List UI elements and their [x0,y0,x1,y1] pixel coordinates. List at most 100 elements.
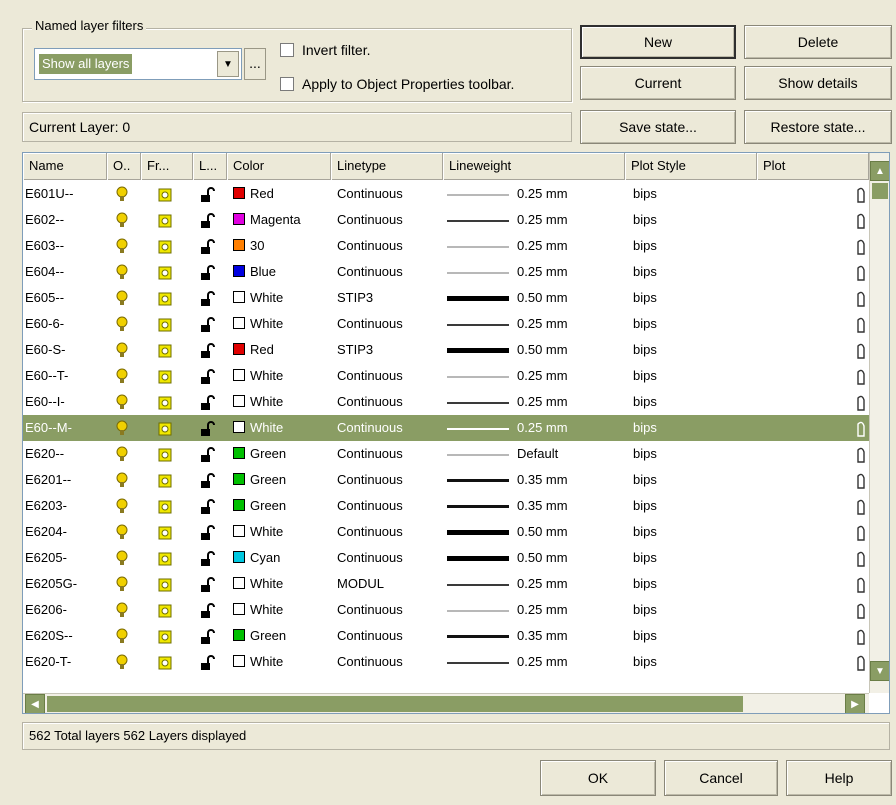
lightbulb-icon[interactable] [115,389,141,415]
column-header-1[interactable]: O.. [107,153,141,180]
invert-filter-box[interactable] [280,43,294,57]
layer-filter-selected[interactable]: Show all layers [39,54,133,74]
sun-icon[interactable] [157,311,187,337]
layer-filter-combobox[interactable]: Show all layers ▼ [34,48,242,80]
layer-row[interactable]: E603-- 30 Continuous 0.25 mm bips [23,233,869,259]
layer-linetype[interactable]: Continuous [337,441,443,467]
layer-color[interactable]: 30 [233,233,331,259]
printer-icon[interactable] [855,571,869,597]
column-header-2[interactable]: Fr... [141,153,193,180]
filter-browse-button[interactable]: ... [244,48,266,80]
layer-linetype[interactable]: Continuous [337,207,443,233]
sun-icon[interactable] [157,649,187,675]
layer-color[interactable]: White [233,597,331,623]
layer-plot-style[interactable]: bips [633,233,753,259]
layer-lineweight[interactable]: 0.35 mm [447,623,623,649]
layer-plot-style[interactable]: bips [633,363,753,389]
layer-row[interactable]: E6205G- White MODUL 0.25 mm bips [23,571,869,597]
layer-plot-style[interactable]: bips [633,415,753,441]
horizontal-scrollbar[interactable]: ◀ ▶ [23,693,869,713]
unlock-icon[interactable] [199,649,223,675]
layer-lineweight[interactable]: 0.50 mm [447,337,623,363]
layer-plot-style[interactable]: bips [633,181,753,207]
printer-icon[interactable] [855,623,869,649]
apply-toolbar-box[interactable] [280,77,294,91]
layer-plot-style[interactable]: bips [633,649,753,675]
layer-linetype[interactable]: Continuous [337,623,443,649]
printer-icon[interactable] [855,441,869,467]
layer-color[interactable]: Magenta [233,207,331,233]
layer-lineweight[interactable]: 0.50 mm [447,545,623,571]
cancel-button[interactable]: Cancel [664,760,778,796]
lightbulb-icon[interactable] [115,259,141,285]
layer-lineweight[interactable]: 0.25 mm [447,649,623,675]
column-header-5[interactable]: Linetype [331,153,443,180]
color-swatch[interactable] [233,577,245,589]
sun-icon[interactable] [157,363,187,389]
layer-linetype[interactable]: MODUL [337,571,443,597]
layer-color[interactable]: Red [233,181,331,207]
unlock-icon[interactable] [199,337,223,363]
layer-plot-style[interactable]: bips [633,493,753,519]
printer-icon[interactable] [855,467,869,493]
layer-row[interactable]: E6201-- Green Continuous 0.35 mm bips [23,467,869,493]
sun-icon[interactable] [157,181,187,207]
save-state-button[interactable]: Save state... [580,110,736,144]
lightbulb-icon[interactable] [115,467,141,493]
layer-lineweight[interactable]: 0.25 mm [447,233,623,259]
vertical-scrollbar[interactable]: ▲ ▼ [869,153,889,693]
layer-row[interactable]: E604-- Blue Continuous 0.25 mm bips [23,259,869,285]
scroll-up-icon[interactable]: ▲ [870,161,889,181]
layer-color[interactable]: Blue [233,259,331,285]
color-swatch[interactable] [233,421,245,433]
layer-linetype[interactable]: Continuous [337,415,443,441]
color-swatch[interactable] [233,499,245,511]
scroll-down-icon[interactable]: ▼ [870,661,889,681]
lightbulb-icon[interactable] [115,207,141,233]
color-swatch[interactable] [233,265,245,277]
layer-row[interactable]: E60-S- Red STIP3 0.50 mm bips [23,337,869,363]
layer-linetype[interactable]: Continuous [337,181,443,207]
unlock-icon[interactable] [199,389,223,415]
printer-icon[interactable] [855,285,869,311]
new-button[interactable]: New [580,25,736,59]
printer-icon[interactable] [855,389,869,415]
unlock-icon[interactable] [199,493,223,519]
layer-row[interactable]: E620-T- White Continuous 0.25 mm bips [23,649,869,675]
lightbulb-icon[interactable] [115,649,141,675]
lightbulb-icon[interactable] [115,233,141,259]
layer-color[interactable]: Green [233,493,331,519]
layer-row[interactable]: E6206- White Continuous 0.25 mm bips [23,597,869,623]
layer-plot-style[interactable]: bips [633,285,753,311]
layer-lineweight[interactable]: 0.25 mm [447,207,623,233]
sun-icon[interactable] [157,415,187,441]
column-header-0[interactable]: Name [23,153,107,180]
layer-row[interactable]: E602-- Magenta Continuous 0.25 mm bips [23,207,869,233]
sun-icon[interactable] [157,441,187,467]
unlock-icon[interactable] [199,623,223,649]
layer-row[interactable]: E620-- Green Continuous Default bips [23,441,869,467]
unlock-icon[interactable] [199,519,223,545]
color-swatch[interactable] [233,473,245,485]
color-swatch[interactable] [233,395,245,407]
lightbulb-icon[interactable] [115,571,141,597]
lightbulb-icon[interactable] [115,337,141,363]
layer-linetype[interactable]: Continuous [337,545,443,571]
layer-lineweight[interactable]: Default [447,441,623,467]
layer-lineweight[interactable]: 0.25 mm [447,597,623,623]
layer-linetype[interactable]: Continuous [337,259,443,285]
scroll-left-icon[interactable]: ◀ [25,694,45,713]
ok-button[interactable]: OK [540,760,656,796]
apply-toolbar-checkbox[interactable]: Apply to Object Properties toolbar. [280,76,514,92]
unlock-icon[interactable] [199,285,223,311]
sun-icon[interactable] [157,545,187,571]
sun-icon[interactable] [157,233,187,259]
lightbulb-icon[interactable] [115,519,141,545]
layer-linetype[interactable]: Continuous [337,389,443,415]
layer-linetype[interactable]: STIP3 [337,337,443,363]
layer-color[interactable]: White [233,519,331,545]
layer-plot-style[interactable]: bips [633,207,753,233]
printer-icon[interactable] [855,415,869,441]
layer-row[interactable]: E60--M- White Continuous 0.25 mm bips [23,415,869,441]
layer-row[interactable]: E60--T- White Continuous 0.25 mm bips [23,363,869,389]
